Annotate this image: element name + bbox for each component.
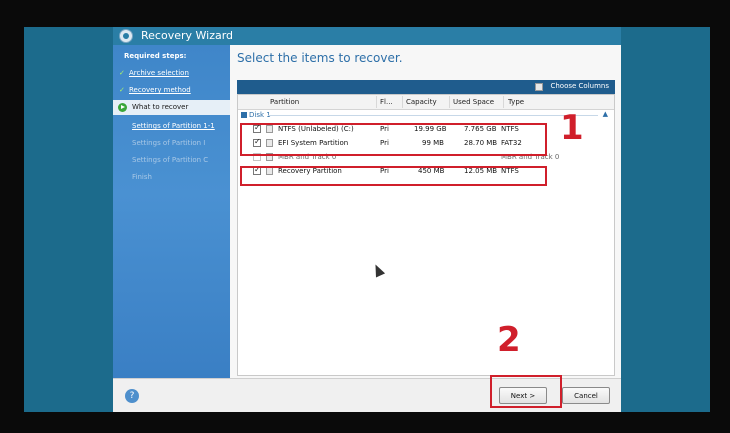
annotation-number-1: 1 xyxy=(560,108,584,148)
substep-partition-1-1[interactable]: Settings of Partition 1-1 xyxy=(132,122,215,130)
annotation-number-2: 2 xyxy=(497,320,521,360)
app-logo-icon xyxy=(119,29,133,43)
window-title: Recovery Wizard xyxy=(141,29,234,42)
column-flags[interactable]: Fl... xyxy=(380,98,393,106)
title-bar: Recovery Wizard xyxy=(113,27,621,45)
wizard-steps-sidebar: Required steps: ✓ Archive selection ✓ Reco… xyxy=(113,45,230,378)
main-panel: Select the items to recover. Choose Colu… xyxy=(230,45,621,378)
substep-finish: Finish xyxy=(132,173,152,181)
step-archive-selection[interactable]: ✓ Archive selection xyxy=(119,69,189,77)
grid-toolbar: Choose Columns xyxy=(237,80,615,94)
annotation-box-next xyxy=(490,375,562,408)
column-partition[interactable]: Partition xyxy=(270,98,299,106)
current-step-arrow-icon xyxy=(118,103,127,112)
choose-columns-button[interactable]: Choose Columns xyxy=(550,82,609,90)
column-capacity[interactable]: Capacity xyxy=(406,98,437,106)
collapse-icon[interactable]: ▲ xyxy=(603,110,608,118)
column-type[interactable]: Type xyxy=(508,98,524,106)
help-icon[interactable]: ? xyxy=(125,389,139,403)
disk-group-label[interactable]: Disk 1 xyxy=(241,111,271,119)
substep-partition-c: Settings of Partition C xyxy=(132,156,209,164)
annotation-box-recovery-partition xyxy=(240,166,547,186)
table-header: Partition Fl... Capacity Used Space Type xyxy=(238,95,614,110)
step-what-to-recover[interactable]: What to recover xyxy=(113,100,230,115)
required-steps-heading: Required steps: xyxy=(124,52,187,60)
disk-icon xyxy=(241,112,247,118)
check-icon: ✓ xyxy=(119,69,125,77)
columns-icon xyxy=(535,83,543,91)
cancel-button[interactable]: Cancel xyxy=(562,387,610,404)
annotation-box-selected-partitions xyxy=(240,123,547,156)
column-used-space[interactable]: Used Space xyxy=(453,98,494,106)
check-icon: ✓ xyxy=(119,86,125,94)
recovery-wizard-window: Recovery Wizard Required steps: ✓ Archive… xyxy=(113,27,621,412)
page-title: Select the items to recover. xyxy=(237,51,403,65)
substep-partition-i: Settings of Partition I xyxy=(132,139,206,147)
step-recovery-method[interactable]: ✓ Recovery method xyxy=(119,86,191,94)
